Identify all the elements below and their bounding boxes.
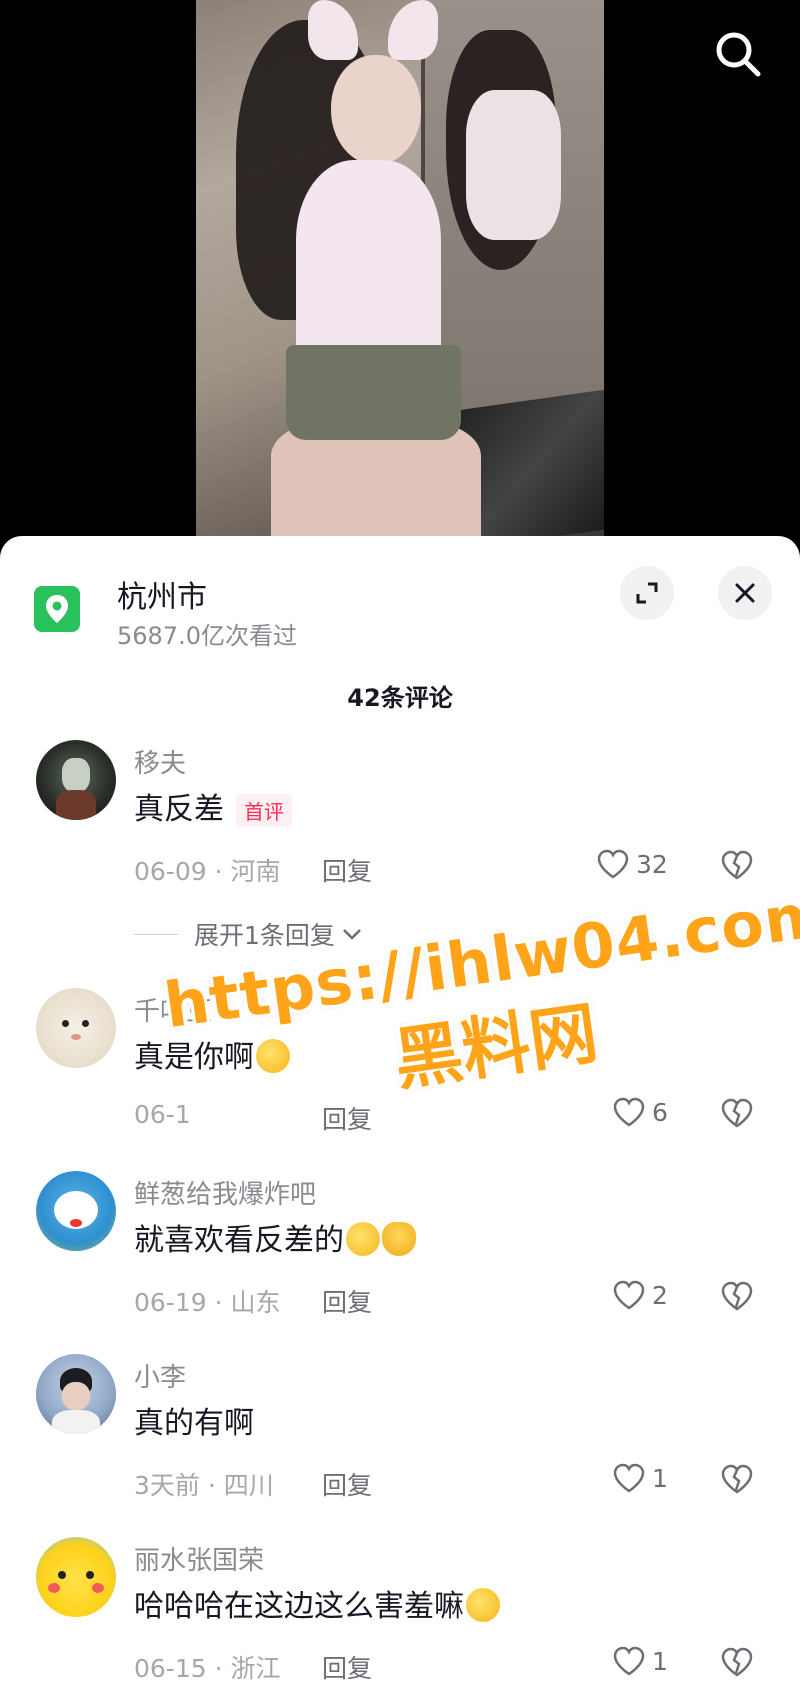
video-frame[interactable] (196, 0, 604, 540)
cat-ear-left (308, 0, 358, 60)
comment-meta: 06-09 · 河南 (134, 857, 281, 886)
grinning-emoji-icon (466, 1588, 500, 1622)
comment-author[interactable]: 小李 (134, 1357, 186, 1394)
comment-count: 42条评论 (347, 684, 453, 712)
expand-replies-label: 展开1条回复 (194, 921, 335, 950)
expand-button[interactable] (620, 566, 674, 620)
avatar[interactable] (36, 1537, 116, 1617)
like-count: 6 (652, 1097, 668, 1127)
dislike-button[interactable] (720, 1280, 754, 1316)
comment-author[interactable]: 千叶豆 (134, 991, 212, 1028)
dislike-button[interactable] (720, 1097, 754, 1133)
comment-panel: 杭州市 5687.0亿次看过 42条评论 移夫 真反差 首评 06-09 · 河南… (0, 536, 800, 1698)
location-views: 5687.0亿次看过 (117, 622, 297, 650)
sweat-smile-emoji-icon (256, 1039, 290, 1073)
broken-heart-icon (721, 1281, 753, 1311)
expand-replies-button[interactable]: 展开1条回复 (134, 916, 363, 952)
broken-heart-icon (721, 1647, 753, 1677)
comment-text-content: 就喜欢看反差的 (134, 1223, 344, 1258)
laughing-emoji-icon (346, 1222, 380, 1256)
reply-button[interactable]: 回复 (322, 1100, 372, 1136)
comment-text: 真反差 首评 (134, 784, 292, 828)
cat-ear-right (388, 0, 438, 60)
heart-icon (613, 1280, 645, 1310)
like-button[interactable]: 1 (612, 1645, 668, 1677)
face-shape (331, 55, 421, 165)
like-count: 2 (652, 1280, 668, 1310)
comment-author[interactable]: 移夫 (134, 743, 186, 780)
like-count: 1 (652, 1463, 668, 1493)
broken-heart-icon (721, 850, 753, 880)
comment-text: 真是你啊 (134, 1032, 290, 1076)
dislike-button[interactable] (720, 849, 754, 885)
ok-hand-emoji-icon (382, 1222, 416, 1256)
comment-text: 哈哈哈在这边这么害羞嘛 (134, 1581, 500, 1625)
heart-icon (613, 1097, 645, 1127)
comment-text-content: 真反差 (134, 792, 224, 827)
comment-text-content: 真是你啊 (134, 1040, 254, 1075)
dislike-button[interactable] (720, 1463, 754, 1499)
like-button[interactable]: 1 (612, 1462, 668, 1494)
reply-button[interactable]: 回复 (322, 1466, 372, 1502)
location-pin-icon[interactable] (34, 586, 80, 632)
broken-heart-icon (721, 1464, 753, 1494)
comment-text: 真的有啊 (134, 1406, 254, 1441)
like-button[interactable]: 6 (612, 1096, 668, 1128)
avatar[interactable] (36, 1171, 116, 1251)
avatar[interactable] (36, 988, 116, 1068)
comment-meta: 06-19 · 山东 (134, 1288, 281, 1317)
comment-author[interactable]: 鲜葱给我爆炸吧 (134, 1174, 316, 1211)
location-title[interactable]: 杭州市 (117, 572, 207, 616)
avatar[interactable] (36, 1354, 116, 1434)
comment-meta: 3天前 · 四川 (134, 1471, 274, 1500)
reply-button[interactable]: 回复 (322, 1649, 372, 1685)
like-button[interactable]: 2 (612, 1279, 668, 1311)
heart-icon (613, 1463, 645, 1493)
reply-button[interactable]: 回复 (322, 852, 372, 888)
like-button[interactable]: 32 (596, 848, 668, 880)
comment-meta: 06-1 (134, 1100, 191, 1129)
broken-heart-icon (721, 1098, 753, 1128)
divider (134, 933, 178, 935)
avatar[interactable] (36, 740, 116, 820)
like-count: 32 (636, 849, 668, 879)
comment-text: 就喜欢看反差的 (134, 1215, 416, 1259)
expand-icon (636, 582, 658, 604)
search-icon[interactable] (710, 26, 766, 82)
close-icon (735, 583, 755, 603)
heart-icon (597, 849, 629, 879)
first-comment-badge: 首评 (236, 794, 292, 827)
video-area[interactable] (0, 0, 800, 540)
dislike-button[interactable] (720, 1646, 754, 1682)
like-count: 1 (652, 1646, 668, 1676)
shorts-shape (286, 345, 461, 440)
top-shape (296, 160, 441, 360)
comment-meta: 06-15 · 浙江 (134, 1654, 281, 1683)
close-button[interactable] (718, 566, 772, 620)
heart-icon (613, 1646, 645, 1676)
reflection-back-shape (466, 90, 561, 240)
reply-button[interactable]: 回复 (322, 1283, 372, 1319)
comment-text-content: 哈哈哈在这边这么害羞嘛 (134, 1589, 464, 1624)
comment-author[interactable]: 丽水张国荣 (134, 1540, 264, 1577)
chevron-down-icon (343, 929, 361, 940)
